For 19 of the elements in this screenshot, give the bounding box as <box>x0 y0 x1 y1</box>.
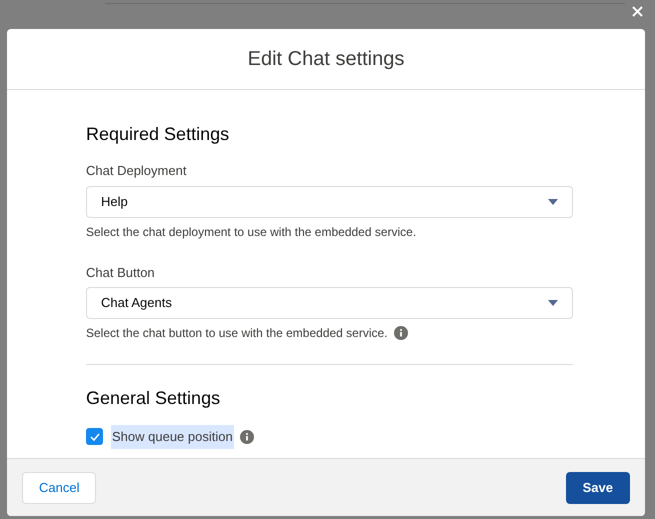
select-field[interactable]: Help <box>86 186 573 218</box>
info-icon[interactable] <box>240 430 254 444</box>
help-text: Select the chat button to use with the embedded service. <box>86 325 388 342</box>
checkbox[interactable] <box>86 428 103 446</box>
modal-title: Edit Chat settings <box>248 47 404 72</box>
check-icon <box>90 432 100 441</box>
select-field[interactable]: Chat Agents <box>86 287 573 319</box>
checkbox-label[interactable]: Show queue position <box>111 425 234 448</box>
info-icon[interactable] <box>394 326 408 340</box>
section-heading: General Settings <box>86 387 222 410</box>
cancel-button[interactable]: Cancel <box>22 472 96 504</box>
help-text: Select the chat deployment to use with the embedded service. <box>86 224 416 240</box>
section-heading: Required Settings <box>86 123 230 146</box>
caret-icon <box>548 300 558 306</box>
close-icon[interactable] <box>632 6 643 17</box>
field-label: Chat Button <box>86 264 156 282</box>
caret-icon <box>548 198 558 204</box>
field-label: Chat Deployment <box>86 162 188 180</box>
save-button[interactable]: Save <box>566 472 630 504</box>
